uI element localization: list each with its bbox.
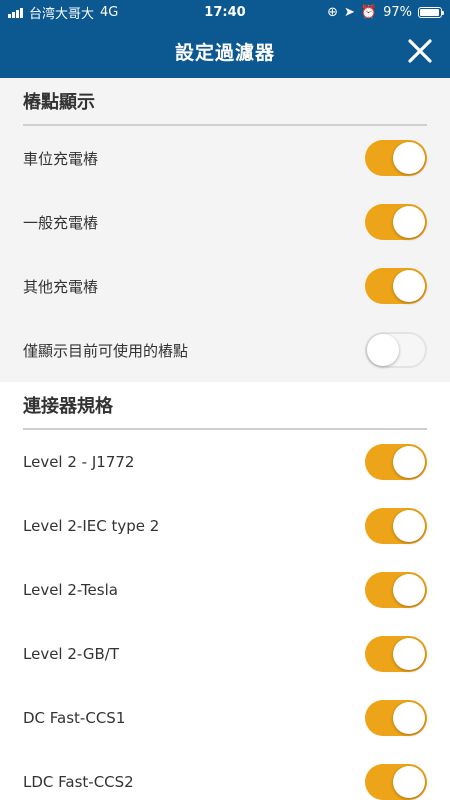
filter-label: Level 2-GB/T	[23, 645, 119, 663]
filter-toggle[interactable]	[365, 636, 427, 672]
filter-row: LDC Fast-CCS2	[23, 750, 427, 800]
network-type: 4G	[100, 4, 119, 20]
filter-toggle[interactable]	[365, 140, 427, 176]
filter-label: 僅顯示目前可使用的樁點	[23, 341, 189, 360]
filter-row: DC Fast-CCS1	[23, 686, 427, 750]
filter-row: Level 2-IEC type 2	[23, 494, 427, 558]
filter-row: 車位充電樁	[23, 126, 427, 190]
status-right: ⊕ ➤ ⏰ 97%	[327, 4, 444, 20]
toggle-knob	[393, 510, 425, 542]
orientation-lock-icon: ⊕	[327, 4, 338, 20]
alarm-icon: ⏰	[360, 4, 378, 20]
title-bar: 設定過濾器	[0, 24, 450, 78]
section-header: 連接器規格	[23, 382, 427, 430]
filter-row: 一般充電樁	[23, 190, 427, 254]
battery-percent: 97%	[383, 4, 412, 20]
filter-row: 其他充電樁	[23, 254, 427, 318]
filter-label: Level 2-Tesla	[23, 581, 118, 599]
signal-icon	[8, 7, 23, 18]
filter-label: LDC Fast-CCS2	[23, 773, 134, 791]
filter-toggle[interactable]	[365, 508, 427, 544]
filter-toggle[interactable]	[365, 204, 427, 240]
toggle-knob	[393, 574, 425, 606]
battery-icon	[418, 6, 444, 18]
filter-label: Level 2-IEC type 2	[23, 517, 160, 535]
filter-label: Level 2 - J1772	[23, 453, 135, 471]
status-left: 台湾大哥大 4G	[8, 3, 118, 22]
page-title: 設定過濾器	[174, 41, 275, 64]
filter-label: 車位充電樁	[23, 149, 99, 168]
toggle-knob	[393, 446, 425, 478]
filter-label: 其他充電樁	[23, 277, 99, 296]
carrier-name: 台湾大哥大	[29, 6, 95, 22]
section-station-display: 樁點顯示 車位充電樁一般充電樁其他充電樁僅顯示目前可使用的樁點	[0, 78, 450, 382]
filter-row: Level 2-GB/T	[23, 622, 427, 686]
close-icon[interactable]	[406, 37, 434, 65]
filter-toggle[interactable]	[365, 572, 427, 608]
filter-row: Level 2-Tesla	[23, 558, 427, 622]
filter-row: Level 2 - J1772	[23, 430, 427, 494]
location-icon: ➤	[344, 4, 355, 20]
status-time: 17:40	[204, 4, 246, 20]
filter-toggle[interactable]	[365, 444, 427, 480]
toggle-knob	[393, 142, 425, 174]
filter-label: 一般充電樁	[23, 213, 99, 232]
toggle-knob	[393, 638, 425, 670]
section-header: 樁點顯示	[23, 78, 427, 126]
toggle-knob	[393, 270, 425, 302]
toggle-knob	[393, 206, 425, 238]
toggle-knob	[393, 702, 425, 734]
status-bar: 台湾大哥大 4G 17:40 ⊕ ➤ ⏰ 97%	[0, 0, 450, 24]
toggle-knob	[393, 766, 425, 798]
section-connector-spec: 連接器規格 Level 2 - J1772 Level 2-IEC type 2 L…	[0, 382, 450, 800]
filter-toggle[interactable]	[365, 700, 427, 736]
filter-row: 僅顯示目前可使用的樁點	[23, 318, 427, 382]
filter-toggle[interactable]	[365, 332, 427, 368]
toggle-knob	[367, 334, 399, 366]
filter-toggle[interactable]	[365, 764, 427, 800]
filter-toggle[interactable]	[365, 268, 427, 304]
filter-label: DC Fast-CCS1	[23, 709, 126, 727]
